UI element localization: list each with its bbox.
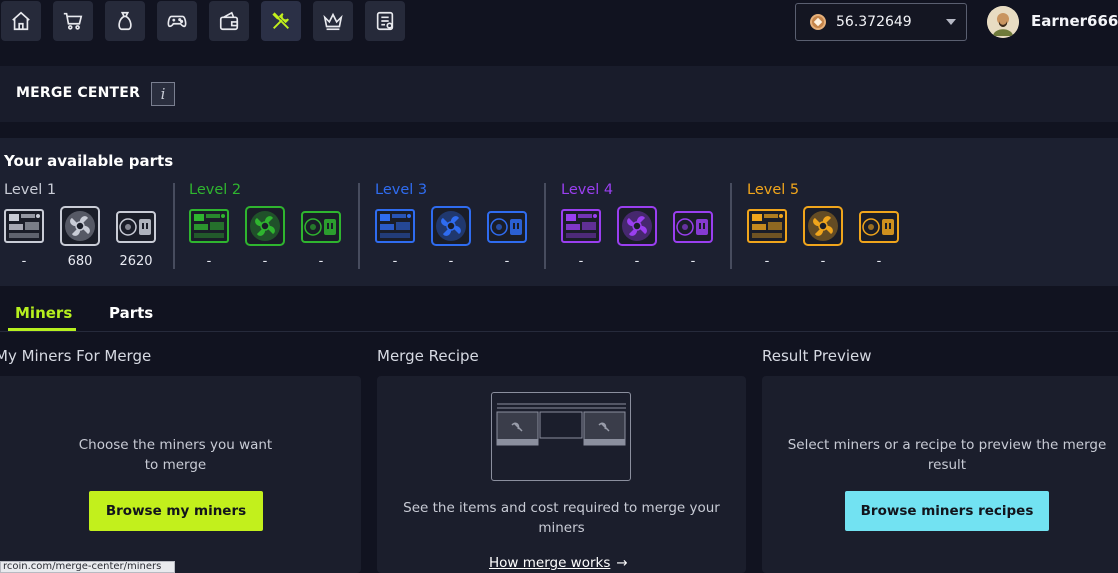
board-icon[interactable] bbox=[4, 206, 44, 246]
parts-level-1: Level 1 - 680 2620 bbox=[4, 182, 174, 274]
merge-recipe-hint-line1: See the items and cost required to merge… bbox=[403, 500, 720, 516]
arrow-right-icon: → bbox=[616, 555, 628, 571]
fan-icon[interactable] bbox=[60, 206, 100, 246]
part-count: - bbox=[876, 254, 882, 269]
nav-games-button[interactable] bbox=[157, 1, 197, 41]
part-count: 2620 bbox=[119, 254, 153, 269]
power-supply-icon[interactable] bbox=[859, 206, 899, 246]
level-label: Level 5 bbox=[747, 182, 800, 198]
tab-miners[interactable]: Miners bbox=[15, 304, 72, 322]
tabs-divider bbox=[0, 331, 1118, 332]
part-count: - bbox=[578, 254, 584, 269]
result-preview-hint: Select miners or a recipe to preview the… bbox=[778, 435, 1116, 475]
info-button[interactable]: i bbox=[151, 82, 175, 106]
part-count: - bbox=[448, 254, 454, 269]
power-supply-icon[interactable] bbox=[487, 206, 527, 246]
merge-recipe-hint: See the items and cost required to merge… bbox=[387, 498, 736, 538]
level-divider bbox=[730, 183, 732, 269]
fan-icon[interactable] bbox=[431, 206, 471, 246]
result-preview-title: Result Preview bbox=[762, 347, 872, 365]
level-label: Level 2 bbox=[189, 182, 242, 198]
parts-title: Your available parts bbox=[4, 152, 174, 170]
tools-icon bbox=[272, 12, 289, 29]
part-count: - bbox=[634, 254, 640, 269]
level-divider bbox=[173, 183, 175, 269]
part-count: - bbox=[21, 254, 27, 269]
nav-earn-button[interactable] bbox=[105, 1, 145, 41]
part-count: - bbox=[206, 254, 212, 269]
top-bar: 56.372649 Earner666 bbox=[0, 0, 1118, 50]
nav-tasks-button[interactable] bbox=[365, 1, 405, 41]
part-count: - bbox=[820, 254, 826, 269]
merge-recipe-illustration bbox=[491, 392, 631, 481]
merge-recipe-hint-line2: miners bbox=[538, 520, 585, 536]
board-icon[interactable] bbox=[375, 206, 415, 246]
result-preview-card: Select miners or a recipe to preview the… bbox=[762, 376, 1118, 573]
my-miners-hint: Choose the miners you want to merge bbox=[60, 435, 291, 475]
nav-shop-button[interactable] bbox=[53, 1, 93, 41]
power-supply-icon[interactable] bbox=[673, 206, 713, 246]
level-divider bbox=[358, 183, 360, 269]
parts-level-4: Level 4 - - - bbox=[561, 182, 731, 274]
level-divider bbox=[544, 183, 546, 269]
chevron-down-icon bbox=[946, 19, 956, 25]
tasks-icon bbox=[376, 11, 394, 31]
coin-icon bbox=[810, 14, 826, 30]
my-miners-card: Choose the miners you want to merge Brow… bbox=[0, 376, 361, 573]
home-icon bbox=[12, 11, 30, 31]
page-header: MERGE CENTER i bbox=[0, 66, 1118, 122]
my-miners-title: My Miners For Merge bbox=[0, 347, 152, 365]
available-parts-panel: Your available parts Level 1-680 2620 Leve… bbox=[0, 138, 1118, 286]
power-supply-icon[interactable] bbox=[301, 206, 341, 246]
my-miners-hint-line1: Choose the miners you want bbox=[78, 437, 273, 453]
cart-icon bbox=[63, 12, 83, 30]
nav-wallet-button[interactable] bbox=[209, 1, 249, 41]
level-label: Level 1 bbox=[4, 182, 57, 198]
merge-recipe-title: Merge Recipe bbox=[377, 347, 479, 365]
board-icon[interactable] bbox=[189, 206, 229, 246]
balance-value: 56.372649 bbox=[836, 14, 912, 30]
tab-parts[interactable]: Parts bbox=[109, 304, 153, 322]
info-icon: i bbox=[160, 85, 166, 103]
page-title: MERGE CENTER bbox=[16, 85, 141, 101]
how-merge-works-label: How merge works bbox=[489, 555, 611, 571]
part-count: - bbox=[318, 254, 324, 269]
money-bag-icon bbox=[118, 11, 132, 31]
part-count: - bbox=[764, 254, 770, 269]
result-preview-hint-line2: result bbox=[927, 457, 967, 473]
how-merge-works-link[interactable]: How merge works → bbox=[489, 555, 628, 571]
part-count: - bbox=[690, 254, 696, 269]
nav-merge-button[interactable] bbox=[261, 1, 301, 41]
result-preview-hint-line1: Select miners or a recipe to preview the… bbox=[787, 437, 1107, 453]
fan-icon[interactable] bbox=[617, 206, 657, 246]
balance-dropdown[interactable]: 56.372649 bbox=[795, 3, 967, 41]
part-count: - bbox=[504, 254, 510, 269]
nav-home-button[interactable] bbox=[1, 1, 41, 41]
status-url-tooltip: rcoin.com/merge-center/miners bbox=[0, 561, 175, 573]
gamepad-icon bbox=[167, 15, 187, 28]
level-label: Level 4 bbox=[561, 182, 614, 198]
wallet-icon bbox=[219, 11, 239, 31]
fan-icon[interactable] bbox=[803, 206, 843, 246]
part-count: - bbox=[392, 254, 398, 269]
power-supply-icon[interactable] bbox=[116, 206, 156, 246]
parts-level-2: Level 2 - - - bbox=[189, 182, 359, 274]
level-label: Level 3 bbox=[375, 182, 428, 198]
parts-level-3: Level 3 - - - bbox=[375, 182, 545, 274]
crown-icon bbox=[323, 12, 343, 31]
my-miners-hint-line2: to merge bbox=[144, 457, 207, 473]
part-count: - bbox=[262, 254, 268, 269]
browse-my-miners-button[interactable]: Browse my miners bbox=[89, 491, 263, 531]
nav-vip-button[interactable] bbox=[313, 1, 353, 41]
parts-level-5: Level 5 - - - bbox=[747, 182, 917, 274]
username[interactable]: Earner666 bbox=[1031, 12, 1118, 30]
avatar[interactable] bbox=[987, 6, 1019, 38]
board-icon[interactable] bbox=[561, 206, 601, 246]
board-icon[interactable] bbox=[747, 206, 787, 246]
browse-miners-recipes-button[interactable]: Browse miners recipes bbox=[845, 491, 1049, 531]
part-count: 680 bbox=[67, 254, 93, 269]
fan-icon[interactable] bbox=[245, 206, 285, 246]
